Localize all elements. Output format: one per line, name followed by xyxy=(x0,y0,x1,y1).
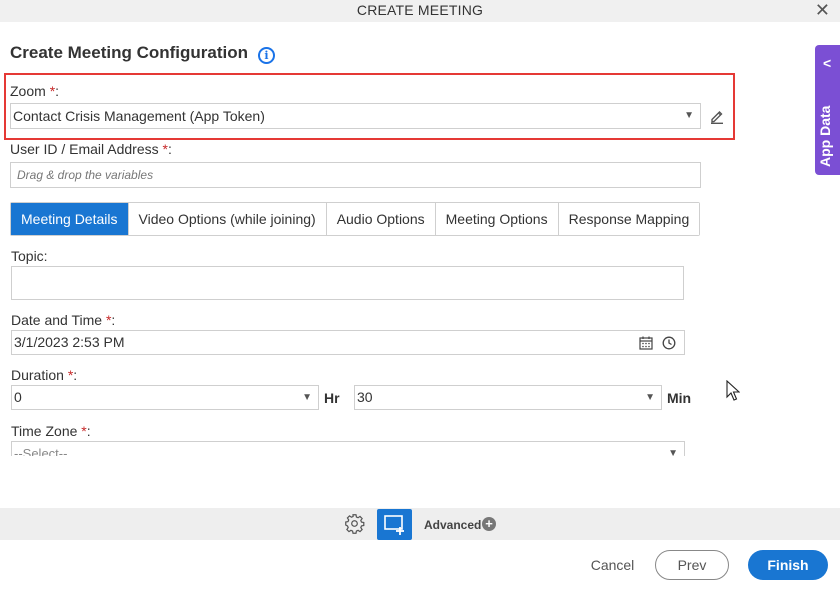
screen-add-icon xyxy=(384,515,404,535)
chevron-down-icon: ▼ xyxy=(645,392,655,403)
chevron-left-icon: < xyxy=(823,55,832,71)
topic-input[interactable] xyxy=(11,266,684,300)
hours-unit-label: Hr xyxy=(324,390,340,406)
page-title: Create Meeting Configuration xyxy=(10,43,249,62)
meeting-tabs: Meeting Details Video Options (while joi… xyxy=(10,202,701,236)
tab-response-mapping[interactable]: Response Mapping xyxy=(557,203,700,235)
user-email-label-text: User ID / Email Address xyxy=(10,141,159,157)
window-title: CREATE MEETING xyxy=(356,2,484,18)
date-time-value: 3/1/2023 2:53 PM xyxy=(14,334,125,350)
gear-icon[interactable] xyxy=(344,513,365,534)
date-time-input[interactable]: 3/1/2023 2:53 PM xyxy=(11,330,685,355)
tab-video-options[interactable]: Video Options (while joining) xyxy=(127,203,326,235)
info-icon[interactable]: i xyxy=(258,47,275,64)
user-email-label: User ID / Email Address *: xyxy=(10,141,172,157)
zoom-selected-value: Contact Crisis Management (App Token) xyxy=(13,108,265,124)
time-zone-clip: --Select-- ▼ xyxy=(11,441,685,456)
zoom-label: Zoom *: xyxy=(10,83,59,99)
cancel-button[interactable]: Cancel xyxy=(585,550,640,580)
zoom-label-text: Zoom xyxy=(10,83,46,99)
label-colon: : xyxy=(55,83,60,99)
time-zone-selected-value: --Select-- xyxy=(14,446,68,456)
duration-hours-value: 0 xyxy=(14,389,22,405)
time-zone-label-text: Time Zone xyxy=(11,423,78,439)
date-time-label-text: Date and Time xyxy=(11,312,103,328)
user-email-placeholder: Drag & drop the variables xyxy=(17,168,154,182)
time-zone-select[interactable]: --Select-- ▼ xyxy=(11,441,685,456)
title-bar: CREATE MEETING ✕ xyxy=(0,0,840,22)
label-colon: : xyxy=(73,367,78,383)
clock-icon[interactable] xyxy=(662,336,676,350)
duration-minutes-select[interactable]: 30 ▼ xyxy=(354,385,662,410)
advanced-label[interactable]: Advanced xyxy=(424,518,481,532)
prev-button[interactable]: Prev xyxy=(655,550,729,580)
date-time-label: Date and Time *: xyxy=(11,312,115,328)
footer-toolbar: Advanced + xyxy=(0,508,840,540)
app-data-label: App Data xyxy=(817,105,833,167)
close-icon[interactable]: ✕ xyxy=(815,1,830,19)
chevron-down-icon: ▼ xyxy=(302,392,312,403)
duration-minutes-value: 30 xyxy=(357,389,373,405)
duration-label: Duration *: xyxy=(11,367,77,383)
zoom-connection-select[interactable]: Contact Crisis Management (App Token) ▼ xyxy=(10,103,701,129)
label-colon: : xyxy=(167,141,172,157)
chevron-down-icon: ▼ xyxy=(668,448,678,456)
user-email-input[interactable]: Drag & drop the variables xyxy=(10,162,701,188)
edit-pencil-icon[interactable] xyxy=(709,108,725,124)
calendar-icon[interactable] xyxy=(639,336,653,350)
chevron-down-icon: ▼ xyxy=(684,110,694,121)
label-colon: : xyxy=(111,312,116,328)
tab-meeting-options[interactable]: Meeting Options xyxy=(434,203,558,235)
minutes-unit-label: Min xyxy=(667,390,692,406)
duration-hours-select[interactable]: 0 ▼ xyxy=(11,385,319,410)
tab-audio-options[interactable]: Audio Options xyxy=(325,203,435,235)
label-colon: : xyxy=(86,423,91,439)
mouse-cursor-icon xyxy=(726,380,740,401)
app-data-panel-toggle[interactable]: < App Data xyxy=(815,45,840,175)
plus-circle-icon[interactable]: + xyxy=(482,517,496,531)
tab-meeting-details[interactable]: Meeting Details xyxy=(11,203,128,235)
time-zone-label: Time Zone *: xyxy=(11,423,91,439)
finish-button[interactable]: Finish xyxy=(748,550,828,580)
screen-add-button[interactable] xyxy=(377,509,412,540)
topic-label: Topic: xyxy=(11,248,48,264)
duration-label-text: Duration xyxy=(11,367,64,383)
